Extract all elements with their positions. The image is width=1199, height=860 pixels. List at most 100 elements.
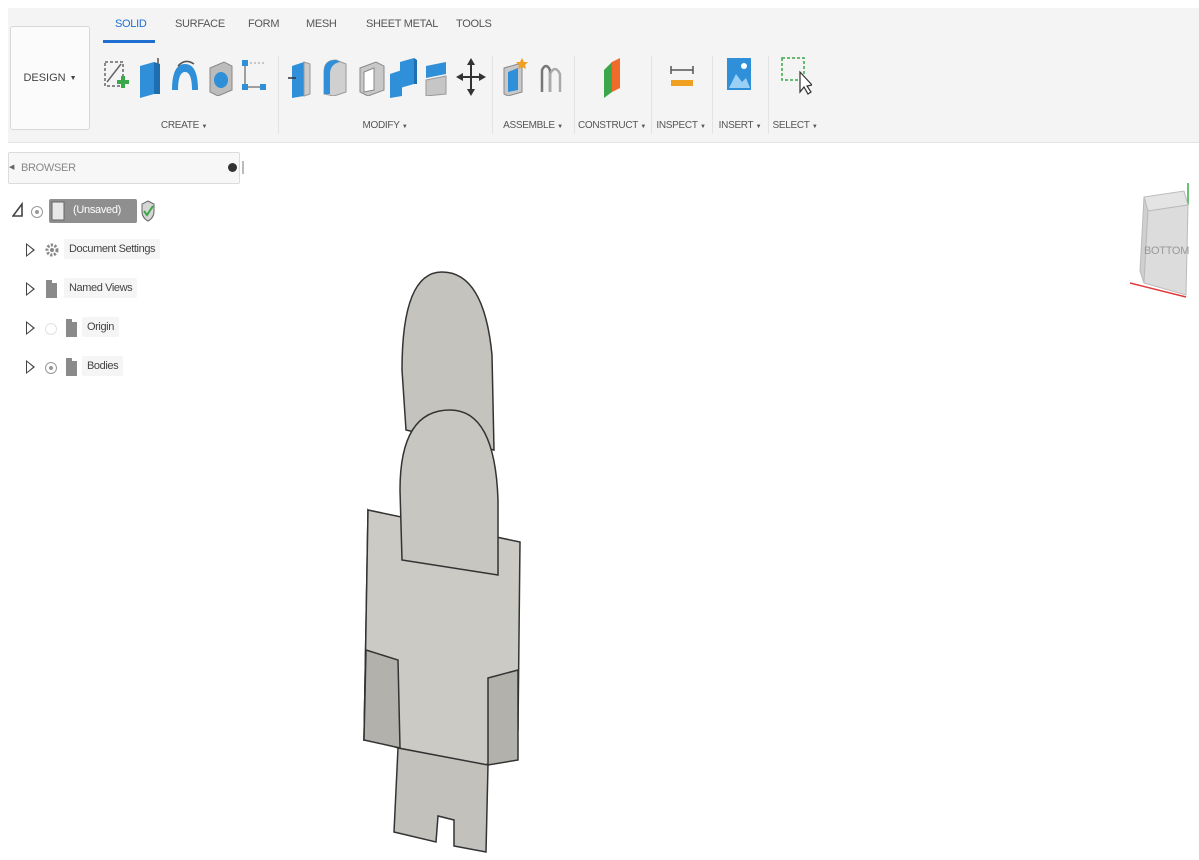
chevron-down-icon: ▼ (201, 124, 208, 130)
tab-sheet-metal[interactable]: SHEET METAL (366, 18, 438, 30)
move-icon[interactable] (456, 58, 486, 96)
shield-check-icon[interactable] (141, 200, 155, 222)
folder-icon (66, 319, 77, 337)
model-bottom-stem[interactable] (393, 747, 489, 853)
press-pull-icon[interactable] (286, 56, 316, 98)
visibility-eye-icon[interactable] (31, 206, 43, 218)
visibility-eye-hidden-icon[interactable] (45, 323, 57, 335)
view-cube[interactable]: BOTTOM (1126, 183, 1199, 303)
collapse-arrow-icon[interactable]: ◀ (9, 163, 14, 171)
panel-handle[interactable] (242, 161, 244, 174)
shell-icon[interactable] (356, 58, 386, 96)
view-cube-graphic[interactable] (1126, 183, 1199, 303)
select-window-icon[interactable] (780, 56, 812, 98)
new-component-icon[interactable] (500, 56, 530, 96)
browser-title: BROWSER (21, 162, 76, 174)
model-left-foot[interactable] (363, 648, 401, 749)
toolbar: DESIGN ▼ SOLID SURFACE FORM MESH SHEET M… (8, 8, 1199, 143)
toolbar-divider (492, 56, 493, 134)
toolbar-divider (574, 56, 575, 134)
root-node-label: (Unsaved) (73, 204, 122, 216)
model-right-foot[interactable] (487, 669, 519, 766)
tab-tools[interactable]: TOOLS (456, 18, 492, 30)
create-sketch-icon[interactable] (102, 56, 132, 98)
workspace-switcher-button[interactable]: DESIGN ▼ (10, 26, 90, 130)
browser-item-label: Origin (82, 317, 119, 337)
model-body[interactable] (350, 260, 540, 860)
pin-icon[interactable] (228, 163, 237, 172)
document-icon (51, 201, 65, 221)
joint-icon[interactable] (536, 58, 566, 96)
modify-menu[interactable]: MODIFY ▼ (280, 120, 490, 131)
measure-icon[interactable] (667, 62, 697, 94)
construct-plane-icon[interactable] (598, 56, 628, 98)
insert-menu[interactable]: INSERT ▼ (714, 120, 766, 131)
inspect-group: INSPECT ▼ (653, 48, 709, 142)
select-menu[interactable]: SELECT ▼ (770, 120, 820, 131)
browser-item-label: Document Settings (64, 239, 161, 259)
gear-icon (45, 243, 59, 257)
expand-triangle-icon[interactable] (26, 282, 35, 296)
insert-label: INSERT (718, 120, 754, 131)
chevron-down-icon: ▼ (699, 124, 706, 130)
inspect-menu[interactable]: INSPECT ▼ (653, 120, 709, 131)
extrude-icon[interactable] (134, 54, 164, 98)
browser-item-bodies[interactable]: Bodies (26, 354, 126, 382)
select-group: SELECT ▼ (770, 48, 820, 142)
chevron-down-icon: ▼ (401, 124, 408, 130)
active-tab-indicator (103, 40, 155, 43)
browser-header[interactable]: ◀ BROWSER (8, 152, 244, 184)
combine-icon[interactable] (388, 56, 418, 98)
chevron-down-icon: ▼ (640, 124, 647, 130)
assemble-menu[interactable]: ASSEMBLE ▼ (494, 120, 572, 131)
create-group: CREATE ▼ (94, 48, 274, 142)
model-front-tab[interactable] (399, 409, 499, 576)
root-node-highlight: (Unsaved) (49, 199, 137, 223)
browser-item-named-views[interactable]: Named Views (26, 276, 138, 304)
construct-label: CONSTRUCT (577, 120, 638, 131)
construct-menu[interactable]: CONSTRUCT ▼ (576, 120, 648, 131)
assemble-group: ASSEMBLE ▼ (494, 48, 572, 142)
create-label: CREATE (160, 120, 199, 131)
folder-icon (66, 358, 77, 376)
hole-icon[interactable] (206, 56, 236, 96)
tab-solid[interactable]: SOLID (115, 18, 147, 30)
tab-form[interactable]: FORM (248, 18, 279, 30)
workspace-label: DESIGN (23, 72, 66, 84)
toolbar-divider (651, 56, 652, 134)
toolbar-divider (768, 56, 769, 134)
insert-group: INSERT ▼ (714, 48, 766, 142)
construct-group: CONSTRUCT ▼ (576, 48, 648, 142)
browser-item-label: Bodies (82, 356, 124, 376)
browser-root-node[interactable]: (Unsaved) (12, 198, 162, 226)
view-cube-face-label: BOTTOM (1144, 245, 1190, 257)
chevron-down-icon: ▼ (557, 124, 563, 130)
pattern-icon[interactable] (240, 58, 270, 94)
fillet-icon[interactable] (320, 56, 350, 96)
toolbar-divider (278, 56, 279, 134)
expanded-triangle-icon[interactable] (12, 202, 24, 218)
tab-surface[interactable]: SURFACE (175, 18, 225, 30)
tab-mesh[interactable]: MESH (306, 18, 337, 30)
expand-triangle-icon[interactable] (26, 243, 35, 257)
select-label: SELECT (772, 120, 810, 131)
chevron-down-icon: ▼ (755, 124, 762, 130)
chevron-down-icon: ▼ (811, 124, 818, 130)
browser-item-origin[interactable]: Origin (26, 315, 126, 343)
create-menu[interactable]: CREATE ▼ (94, 120, 274, 131)
chevron-down-icon: ▼ (69, 74, 77, 82)
inspect-label: INSPECT (656, 120, 698, 131)
expand-triangle-icon[interactable] (26, 360, 35, 374)
modify-group: MODIFY ▼ (280, 48, 490, 142)
browser-item-document-settings[interactable]: Document Settings (26, 237, 161, 265)
visibility-eye-icon[interactable] (45, 362, 57, 374)
split-body-icon[interactable] (422, 58, 452, 96)
modify-label: MODIFY (362, 120, 400, 131)
revolve-icon[interactable] (168, 56, 202, 96)
assemble-label: ASSEMBLE (503, 120, 555, 131)
browser-item-label: Named Views (64, 278, 138, 298)
toolbar-divider (712, 56, 713, 134)
insert-image-icon[interactable] (724, 54, 754, 94)
folder-icon (46, 280, 57, 298)
expand-triangle-icon[interactable] (26, 321, 35, 335)
